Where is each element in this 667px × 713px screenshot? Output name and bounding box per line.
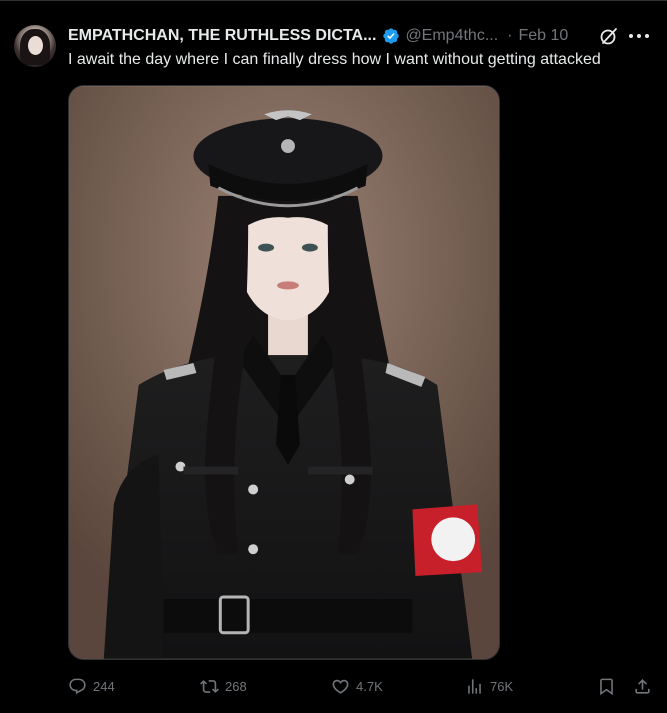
more-options-icon[interactable] [628,26,650,46]
retweet-button[interactable]: 268 [200,676,247,696]
reply-icon [69,678,86,694]
reply-count: 244 [93,678,115,694]
photo-illustration [69,86,499,659]
tweet-header: EMPATHCHAN, THE RUTHLESS DICTA... @Emp4t… [68,25,568,47]
avatar-face [28,36,43,55]
analytics-icon [468,678,481,694]
views-button[interactable]: 76K [465,676,513,696]
user-handle[interactable]: @Emp4thc... [405,26,498,46]
avatar[interactable] [14,25,56,67]
bookmark-icon [600,678,613,695]
tweet-text: I await the day where I can finally dres… [68,51,601,68]
top-divider [0,0,667,1]
retweet-icon [200,679,219,693]
tweet-actions: 244 268 4.7K 76K [68,676,653,696]
display-name[interactable]: EMPATHCHAN, THE RUTHLESS DICTA... [68,26,376,46]
like-count: 4.7K [356,678,383,694]
tweet-image[interactable] [68,85,500,660]
share-icon [635,678,650,694]
view-count: 76K [490,678,514,694]
heart-icon [332,679,349,694]
verified-badge-icon[interactable] [382,27,400,45]
separator-dot: · [507,27,513,44]
reply-button[interactable]: 244 [68,676,115,696]
tweet-date[interactable]: Feb 10 [518,26,568,46]
grok-icon[interactable] [599,26,619,46]
bookmark-button[interactable] [597,676,616,696]
like-button[interactable]: 4.7K [331,676,383,696]
retweet-count: 268 [225,678,247,694]
share-button[interactable] [633,676,652,696]
